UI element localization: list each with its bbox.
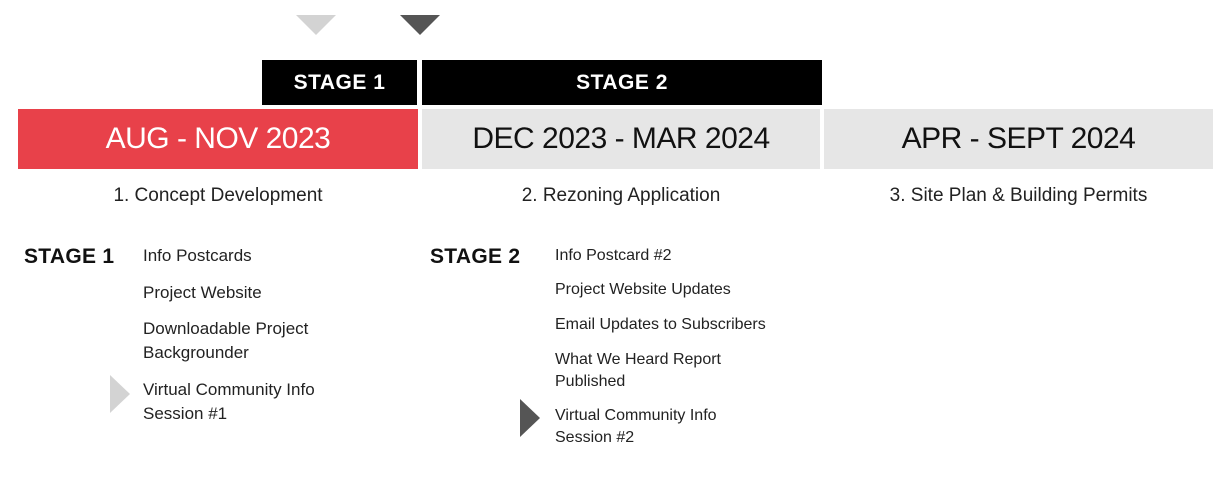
stage-2-tab: STAGE 2 <box>422 60 822 105</box>
date-band-3: APR - SEPT 2024 <box>824 109 1213 169</box>
stage-2-item: Info Postcard #2 <box>555 247 672 264</box>
stage-1-item: Info Postcards <box>143 246 252 265</box>
phase-title-3: 3. Site Plan & Building Permits <box>889 185 1148 206</box>
date-band-2: DEC 2023 - MAR 2024 <box>422 109 820 169</box>
stage-2-item: Virtual Community Info Session #2 <box>555 407 717 446</box>
stage-1-item: Virtual Community Info Session #1 <box>143 380 315 423</box>
stage-2-tab-label: STAGE 2 <box>576 70 668 94</box>
stage-1-tab-label: STAGE 1 <box>293 70 386 94</box>
stage-1-label: STAGE 1 <box>24 245 115 268</box>
phase-title-2: 2. Rezoning Application <box>521 185 721 206</box>
phase-title-1: 1. Concept Development <box>113 185 323 206</box>
stage-1-tab: STAGE 1 <box>262 60 417 105</box>
date-band-2-label: DEC 2023 - MAR 2024 <box>472 122 770 155</box>
date-band-1: AUG - NOV 2023 <box>18 109 418 169</box>
date-band-3-label: APR - SEPT 2024 <box>901 122 1136 155</box>
date-band-1-label: AUG - NOV 2023 <box>105 122 331 155</box>
stage-1-item: Project Website <box>143 283 262 302</box>
stage-2-item: What We Heard Report Published <box>555 351 721 390</box>
stage-2-label: STAGE 2 <box>430 245 521 268</box>
triangle-down-dark-icon <box>400 15 440 35</box>
triangle-right-light-icon <box>110 375 130 413</box>
stage-2-item: Project Website Updates <box>555 281 731 298</box>
triangle-down-light-icon <box>296 15 336 35</box>
stage-2-item: Email Updates to Subscribers <box>555 316 766 333</box>
triangle-right-dark-icon <box>520 399 540 437</box>
stage-1-item: Downloadable Project Backgrounder <box>143 319 309 362</box>
